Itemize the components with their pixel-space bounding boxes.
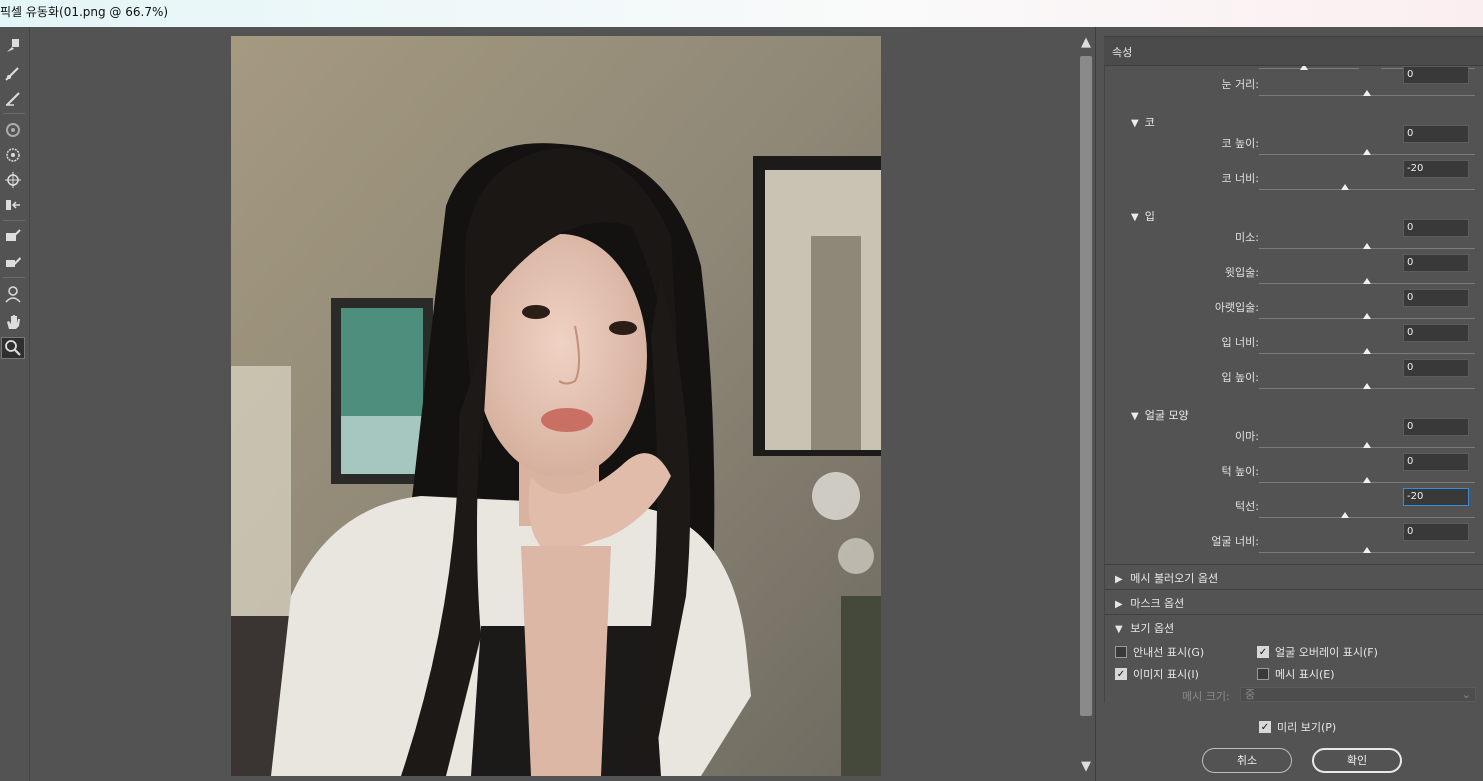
view-options-section[interactable]: ▼ 보기 옵션 <box>1105 614 1483 639</box>
face-width-label: 얼굴 너비: <box>1211 535 1259 548</box>
lower-lip-label: 아랫입술: <box>1214 301 1259 314</box>
jawline-row: 턱선: -20 <box>1105 480 1483 518</box>
checkbox-icon[interactable]: ✓ <box>1257 646 1269 658</box>
scroll-thumb[interactable] <box>1080 56 1092 716</box>
chin-height-row: 턱 높이: 0 <box>1105 445 1483 483</box>
image-preview[interactable] <box>231 36 881 776</box>
upper-lip-label: 윗입술: <box>1224 266 1259 279</box>
load-mesh-options-section[interactable]: ▶ 메시 불러오기 옵션 <box>1105 564 1483 589</box>
collapse-triangle-icon: ▶ <box>1115 574 1123 585</box>
expand-triangle-icon: ▼ <box>1131 118 1139 129</box>
scroll-up-icon[interactable]: ▲ <box>1080 36 1092 50</box>
jawline-input[interactable]: -20 <box>1403 488 1469 506</box>
freeze-mask-tool-icon[interactable] <box>1 225 25 247</box>
forward-warp-tool-icon[interactable] <box>1 35 25 57</box>
nose-width-input[interactable]: -20 <box>1403 160 1469 178</box>
nose-group-header[interactable]: ▼ 코 <box>1131 114 1155 130</box>
chevron-down-icon: ⌄ <box>1461 688 1471 701</box>
upper-lip-input[interactable]: 0 <box>1403 254 1469 272</box>
eye-distance-label: 눈 거리: <box>1221 78 1259 91</box>
mouth-width-input[interactable]: 0 <box>1403 324 1469 342</box>
face-shape-group-header[interactable]: ▼ 얼굴 모양 <box>1131 407 1189 423</box>
nose-width-slider-thumb[interactable] <box>1341 184 1350 190</box>
properties-scroll-area[interactable]: 눈 거리: 0 코 높이: 0 코 너비: -20 미소: 0 윗입술: 0 아랫입술: 0 입 너비:… <box>1104 66 1483 703</box>
show-guides-checkbox[interactable]: 안내선 표시(G) <box>1115 644 1204 660</box>
forehead-input[interactable]: 0 <box>1403 418 1469 436</box>
lower-lip-row: 아랫입술: 0 <box>1105 281 1483 319</box>
checkbox-icon[interactable]: ✓ <box>1115 668 1127 680</box>
zoom-controls[interactable] <box>40 776 150 781</box>
checkbox-icon[interactable]: ✓ <box>1259 721 1271 733</box>
checkbox-icon[interactable] <box>1115 646 1127 658</box>
show-image-checkbox[interactable]: ✓ 이미지 표시(I) <box>1115 666 1199 682</box>
chin-height-input[interactable]: 0 <box>1403 453 1469 471</box>
mask-options-section[interactable]: ▶ 마스크 옵션 <box>1105 589 1483 614</box>
ok-button[interactable]: 확인 <box>1312 748 1402 773</box>
mesh-size-row: 메시 크기: 중 ⌄ <box>1104 686 1483 704</box>
mesh-size-label: 메시 크기: <box>1182 690 1230 703</box>
panel-title: 속성 <box>1104 36 1483 66</box>
upper-lip-row: 윗입술: 0 <box>1105 246 1483 284</box>
checkbox-icon[interactable] <box>1257 668 1269 680</box>
show-mesh-checkbox[interactable]: 메시 표시(E) <box>1257 666 1335 682</box>
tool-panel <box>0 27 30 781</box>
face-width-slider-thumb[interactable] <box>1363 547 1371 553</box>
expand-triangle-icon: ▼ <box>1131 411 1139 422</box>
smile-input[interactable]: 0 <box>1403 219 1469 237</box>
nose-width-label: 코 너비: <box>1221 172 1259 185</box>
smooth-tool-icon[interactable] <box>1 87 25 109</box>
scroll-down-icon[interactable]: ▼ <box>1080 760 1092 774</box>
nose-width-slider[interactable] <box>1259 189 1475 190</box>
eye-distance-slider-thumb[interactable] <box>1363 90 1371 96</box>
face-tool-icon[interactable] <box>1 283 25 305</box>
thaw-mask-tool-icon[interactable] <box>1 251 25 273</box>
forehead-label: 이마: <box>1235 430 1259 443</box>
expand-triangle-icon: ▼ <box>1131 212 1139 223</box>
preview-checkbox[interactable]: ✓ 미리 보기(P) <box>1259 719 1336 735</box>
mouth-height-label: 입 높이: <box>1221 371 1259 384</box>
nose-height-input[interactable]: 0 <box>1403 125 1469 143</box>
mouth-height-row: 입 높이: 0 <box>1105 351 1483 389</box>
mesh-size-select[interactable]: 중 ⌄ <box>1240 687 1476 702</box>
window-title: 픽셀 유동화(01.png @ 66.7%) <box>0 0 1483 27</box>
collapse-triangle-icon: ▶ <box>1115 599 1123 610</box>
face-width-row: 얼굴 너비: 0 <box>1105 515 1483 553</box>
face-width-input[interactable]: 0 <box>1403 523 1469 541</box>
canvas-vertical-scrollbar[interactable]: ▲ ▼ <box>1078 36 1094 776</box>
mouth-width-label: 입 너비: <box>1221 336 1259 349</box>
jawline-label: 턱선: <box>1235 500 1259 513</box>
properties-panel: 속성 눈 거리: 0 코 높이: 0 코 너비: -20 미소: 0 윗입술: 0 아랫입술: 0 입 … <box>1095 27 1483 781</box>
eye-distance-row: 눈 거리: 0 <box>1105 66 1483 96</box>
push-left-tool-icon[interactable] <box>1 194 25 216</box>
twirl-tool-icon[interactable] <box>1 119 25 141</box>
eye-distance-input[interactable]: 0 <box>1403 66 1469 84</box>
nose-width-row: 코 너비: -20 <box>1105 152 1483 190</box>
bloat-tool-icon[interactable] <box>1 169 25 191</box>
mouth-width-row: 입 너비: 0 <box>1105 316 1483 354</box>
pucker-tool-icon[interactable] <box>1 144 25 166</box>
lower-lip-input[interactable]: 0 <box>1403 289 1469 307</box>
cancel-button[interactable]: 취소 <box>1202 748 1292 773</box>
hand-tool-icon[interactable] <box>1 311 25 333</box>
smile-label: 미소: <box>1235 231 1259 244</box>
mouth-height-input[interactable]: 0 <box>1403 359 1469 377</box>
expand-triangle-icon: ▼ <box>1115 624 1123 635</box>
nose-height-row: 코 높이: 0 <box>1105 117 1483 155</box>
smile-row: 미소: 0 <box>1105 211 1483 249</box>
reconstruct-tool-icon[interactable] <box>1 62 25 84</box>
zoom-tool-icon[interactable] <box>1 337 25 359</box>
chin-height-label: 턱 높이: <box>1221 465 1259 478</box>
mouth-height-slider-thumb[interactable] <box>1363 383 1371 389</box>
mouth-group-header[interactable]: ▼ 입 <box>1131 208 1155 224</box>
nose-height-label: 코 높이: <box>1221 137 1259 150</box>
show-face-overlay-checkbox[interactable]: ✓ 얼굴 오버레이 표시(F) <box>1257 644 1378 660</box>
